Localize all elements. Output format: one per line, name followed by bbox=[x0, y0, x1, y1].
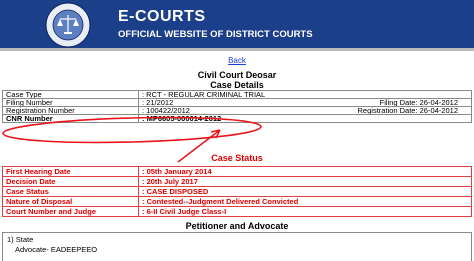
annotation-arrowhead bbox=[210, 129, 221, 139]
emblem-icon bbox=[45, 2, 91, 48]
nature-of-disposal-label: Nature of Disposal bbox=[2, 196, 139, 207]
case-details-table: Case Type : RCT - REGULAR CRIMINAL TRIAL… bbox=[2, 90, 472, 123]
case-status-table: First Hearing Date : 05th January 2014 D… bbox=[2, 166, 472, 217]
case-status-value: : CASE DISPOSED bbox=[138, 186, 472, 197]
filing-number-value: : 21/2012 bbox=[142, 98, 174, 107]
case-details-heading: Case Details bbox=[210, 80, 264, 90]
status-row: Decision Date : 20th July 2017 bbox=[2, 176, 472, 187]
court-number-judge-value: : 6-II Civil Judge Class-I bbox=[138, 206, 472, 217]
filing-number-cell: : 21/2012 Filing Date: 26-04-2012 bbox=[138, 98, 472, 107]
petitioner-heading: Petitioner and Advocate bbox=[185, 221, 289, 231]
registration-date: Registration Date: 26-04-2012 bbox=[357, 106, 458, 115]
filing-number-row: Filing Number : 21/2012 Filing Date: 26-0… bbox=[2, 98, 472, 107]
first-hearing-date-value: : 05th January 2014 bbox=[138, 166, 472, 177]
case-status-heading: Case Status bbox=[211, 153, 263, 163]
cnr-number-value: : MP6605-000014-2012 bbox=[138, 114, 472, 123]
cnr-number-row: CNR Number : MP6605-000014-2012 bbox=[2, 114, 472, 123]
back-link[interactable]: Back bbox=[0, 56, 474, 65]
registration-number-row: Registration Number : 100422/2012 Registr… bbox=[2, 106, 472, 115]
decision-date-label: Decision Date bbox=[2, 176, 139, 187]
status-row: First Hearing Date : 05th January 2014 bbox=[2, 166, 472, 177]
registration-number-cell: : 100422/2012 Registration Date: 26-04-20… bbox=[138, 106, 472, 115]
petitioner-box: 1) State Advocate- EADEEPEEO bbox=[2, 232, 472, 261]
case-status-label: Case Status bbox=[2, 186, 139, 197]
site-subtitle: OFFICIAL WEBSITE OF DISTRICT COURTS bbox=[118, 29, 313, 40]
petitioner-name: 1) State bbox=[7, 235, 34, 244]
site-header: E-COURTS OFFICIAL WEBSITE OF DISTRICT CO… bbox=[0, 0, 474, 51]
registration-number-value: : 100422/2012 bbox=[142, 106, 190, 115]
registration-number-label: Registration Number bbox=[2, 106, 139, 115]
decision-date-value: : 20th July 2017 bbox=[138, 176, 472, 187]
petitioner-advocate: Advocate- EADEEPEEO bbox=[15, 245, 98, 254]
court-title: Civil Court Deosar bbox=[197, 70, 277, 80]
case-type-row: Case Type : RCT - REGULAR CRIMINAL TRIAL bbox=[2, 90, 472, 99]
status-row: Nature of Disposal : Contested--Judgment… bbox=[2, 196, 472, 207]
first-hearing-date-label: First Hearing Date bbox=[2, 166, 139, 177]
status-row: Court Number and Judge : 6-II Civil Judg… bbox=[2, 206, 472, 217]
case-type-value: : RCT - REGULAR CRIMINAL TRIAL bbox=[138, 90, 472, 99]
filing-date: Filing Date: 26-04-2012 bbox=[379, 98, 458, 107]
nature-of-disposal-value: : Contested--Judgment Delivered Convicte… bbox=[138, 196, 472, 207]
filing-number-label: Filing Number bbox=[2, 98, 139, 107]
cnr-number-label: CNR Number bbox=[2, 114, 139, 123]
case-type-label: Case Type bbox=[2, 90, 139, 99]
court-number-judge-label: Court Number and Judge bbox=[2, 206, 139, 217]
status-row: Case Status : CASE DISPOSED bbox=[2, 186, 472, 197]
site-title: E-COURTS bbox=[118, 8, 206, 25]
